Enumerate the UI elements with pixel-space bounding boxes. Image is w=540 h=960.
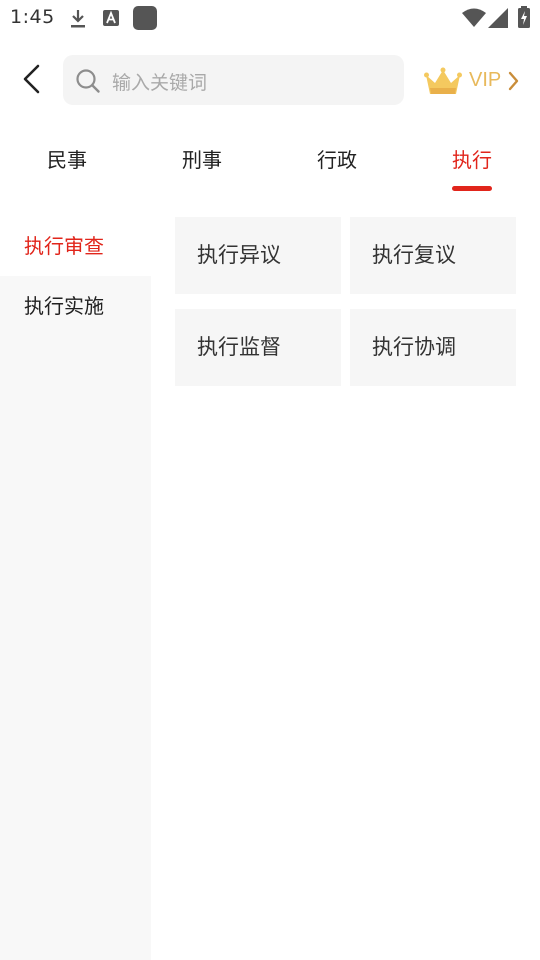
category-item-enforcement-review[interactable]: 执行审查 (0, 216, 151, 276)
grid-item-label: 执行协调 (372, 335, 456, 359)
text-notification-icon (103, 10, 119, 30)
grid-item-label: 执行复议 (372, 243, 456, 267)
cell-signal-icon (488, 8, 508, 32)
back-button[interactable] (14, 60, 50, 100)
tab-label: 刑事 (182, 148, 222, 172)
tab-label: 执行 (452, 148, 492, 172)
grid-item-enforcement-coordination[interactable]: 执行协调 (350, 309, 516, 386)
app-notification-icon (133, 6, 157, 34)
battery-charging-icon (518, 6, 530, 32)
tab-criminal[interactable]: 刑事 (162, 140, 242, 196)
status-time: 1:45 (10, 6, 55, 28)
category-label: 执行实施 (24, 294, 104, 318)
wifi-icon (462, 8, 486, 32)
crown-icon (424, 67, 462, 94)
grid-item-label: 执行监督 (197, 335, 281, 359)
search-placeholder: 输入关键词 (112, 72, 208, 94)
app-screen: 1:45 输入关键词 VIP 民事 刑事 行政 执行 执行审查 执行实施 执行异… (0, 0, 540, 960)
tab-administrative[interactable]: 行政 (297, 140, 377, 196)
tab-label: 民事 (47, 148, 87, 172)
header: 输入关键词 VIP (0, 50, 540, 112)
status-bar: 1:45 (0, 0, 540, 36)
chevron-right-icon (508, 70, 520, 96)
tab-label: 行政 (317, 148, 357, 172)
tab-civil[interactable]: 民事 (27, 140, 107, 196)
search-icon (75, 68, 101, 98)
vip-button[interactable]: VIP (424, 64, 534, 100)
download-icon (68, 8, 88, 34)
grid-item-enforcement-reconsideration[interactable]: 执行复议 (350, 217, 516, 294)
back-arrow-icon (23, 64, 40, 94)
category-sidebar: 执行审查 执行实施 (0, 216, 151, 960)
active-tab-indicator (452, 186, 492, 191)
category-label: 执行审查 (24, 234, 104, 258)
vip-label: VIP (469, 69, 502, 91)
category-item-enforcement-implementation[interactable]: 执行实施 (0, 276, 151, 336)
grid-item-label: 执行异议 (197, 243, 281, 267)
grid-item-enforcement-supervision[interactable]: 执行监督 (175, 309, 341, 386)
grid-item-enforcement-objection[interactable]: 执行异议 (175, 217, 341, 294)
search-input[interactable]: 输入关键词 (63, 55, 404, 105)
